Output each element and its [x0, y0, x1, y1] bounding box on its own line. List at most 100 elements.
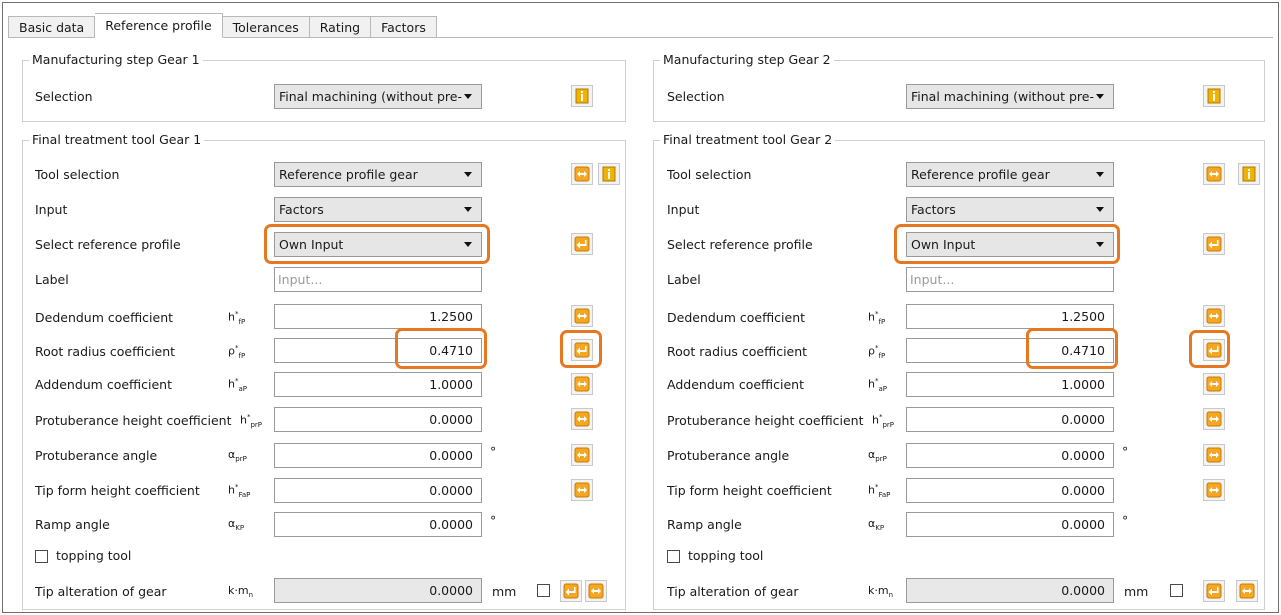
input-value-gear1: Factors: [279, 202, 324, 217]
addendum-input-gear2[interactable]: 1.0000: [906, 372, 1114, 397]
tipalt-label-gear2: Tip alteration of gear: [667, 584, 799, 599]
tipalt-input-gear1[interactable]: 0.0000: [274, 578, 482, 603]
info-icon: [1242, 166, 1256, 182]
ramp-label-gear1: Ramp angle: [35, 517, 110, 532]
transfer-button-tipalt-gear2[interactable]: [1236, 580, 1258, 602]
tool-selection-combo-gear2[interactable]: Reference profile gear: [906, 162, 1114, 187]
rootradius-label-gear1: Root radius coefficient: [35, 344, 176, 359]
accept-button-tipalt-gear1[interactable]: [560, 580, 582, 602]
rootradius-label-gear2: Root radius coefficient: [667, 344, 808, 359]
tipform-input-gear2[interactable]: 0.0000: [906, 478, 1114, 503]
tab-factors[interactable]: Factors: [371, 16, 437, 38]
accept-button-refprofile-gear1[interactable]: [571, 233, 593, 255]
info-icon: [602, 166, 616, 182]
transfer-button-addendum-gear2[interactable]: [1203, 373, 1225, 395]
transfer-button-tipform-gear2[interactable]: [1203, 479, 1225, 501]
transfer-button-dedendum-gear1[interactable]: [571, 305, 593, 327]
info-icon: [1207, 88, 1221, 104]
transfer-button-addendum-gear1[interactable]: [571, 373, 593, 395]
transfer-button-dedendum-gear2[interactable]: [1203, 305, 1225, 327]
ramp-input-gear2[interactable]: 0.0000: [906, 512, 1114, 537]
tipalt-checkbox-gear1[interactable]: [537, 584, 550, 597]
topping-tool-checkbox-gear2[interactable]: [667, 550, 680, 563]
tool-selection-value-gear2: Reference profile gear: [911, 167, 1050, 182]
tab-rating[interactable]: Rating: [309, 16, 372, 38]
highlight-rootradius-button-gear2: [1189, 330, 1230, 368]
selection-value-gear1: Final machining (without pre-: [279, 89, 462, 104]
label-input-gear1[interactable]: Input...: [274, 267, 482, 292]
tool-gear1-title: Final treatment tool Gear 1: [29, 132, 205, 147]
mfg-step-gear2-title: Manufacturing step Gear 2: [660, 52, 834, 67]
protheight-label-gear1: Protuberance height coefficient: [35, 413, 232, 428]
tipalt-input-gear2[interactable]: 0.0000: [906, 578, 1114, 603]
transfer-button-tipform-gear1[interactable]: [571, 479, 593, 501]
transfer-button-tool-gear2[interactable]: [1203, 163, 1225, 185]
ramp-input-gear1[interactable]: 0.0000: [274, 512, 482, 537]
topping-tool-label-gear2: topping tool: [688, 548, 764, 563]
tool-selection-label-gear1: Tool selection: [35, 167, 120, 182]
rootradius-symbol-gear2: ρ*fP: [868, 344, 886, 360]
transfer-button-tool-gear1[interactable]: [571, 163, 593, 185]
label-input-gear2[interactable]: Input...: [906, 267, 1114, 292]
degree-unit-ramp-gear1: °: [490, 513, 497, 528]
transfer-button-protangle-gear1[interactable]: [571, 444, 593, 466]
protangle-input-gear2[interactable]: 0.0000: [906, 443, 1114, 468]
protheight-label-gear2: Protuberance height coefficient: [667, 413, 864, 428]
input-combo-gear2[interactable]: Factors: [906, 197, 1114, 222]
addendum-label-gear2: Addendum coefficient: [667, 377, 804, 392]
ramp-symbol-gear1: αKP: [228, 517, 245, 533]
selection-label-gear1: Selection: [35, 89, 93, 104]
addendum-input-gear1[interactable]: 1.0000: [274, 372, 482, 397]
chevron-down-icon: [1096, 172, 1104, 177]
protheight-input-gear2[interactable]: 0.0000: [906, 407, 1114, 432]
tab-tolerances[interactable]: Tolerances: [222, 16, 310, 38]
selection-combo-gear2[interactable]: Final machining (without pre-: [906, 84, 1114, 109]
tool-selection-combo-gear1[interactable]: Reference profile gear: [274, 162, 482, 187]
topping-tool-label-gear1: topping tool: [56, 548, 132, 563]
double-arrow-icon: [574, 308, 590, 324]
rootradius-symbol-gear1: ρ*fP: [228, 344, 246, 360]
input-combo-gear1[interactable]: Factors: [274, 197, 482, 222]
tool-gear2-title: Final treatment tool Gear 2: [660, 132, 836, 147]
tipalt-symbol-gear1: k·mn: [228, 584, 254, 600]
selection-label-gear2: Selection: [667, 89, 725, 104]
protangle-symbol-gear2: αprP: [868, 448, 887, 464]
chevron-down-icon: [464, 172, 472, 177]
addendum-symbol-gear1: h*aP: [228, 377, 247, 393]
transfer-button-protangle-gear2[interactable]: [1203, 444, 1225, 466]
input-label-gear1: Input: [35, 202, 68, 217]
transfer-button-tipalt-gear1[interactable]: [585, 580, 607, 602]
info-button-mfg-gear1[interactable]: [571, 85, 593, 107]
return-arrow-icon: [574, 236, 590, 252]
info-button-tool-gear2[interactable]: [1238, 163, 1260, 185]
tipform-label-gear2: Tip form height coefficient: [667, 483, 832, 498]
double-arrow-icon: [574, 411, 590, 427]
label-label-gear2: Label: [667, 272, 701, 287]
chevron-down-icon: [464, 207, 472, 212]
dedendum-label-gear2: Dedendum coefficient: [667, 310, 806, 325]
tab-basic-data[interactable]: Basic data: [8, 16, 96, 38]
tipalt-checkbox-gear2[interactable]: [1170, 584, 1183, 597]
protangle-label-gear2: Protuberance angle: [667, 448, 790, 463]
protangle-symbol-gear1: αprP: [228, 448, 247, 464]
protangle-input-gear1[interactable]: 0.0000: [274, 443, 482, 468]
transfer-button-protheight-gear1[interactable]: [571, 408, 593, 430]
tipform-input-gear1[interactable]: 0.0000: [274, 478, 482, 503]
selection-combo-gear1[interactable]: Final machining (without pre-: [274, 84, 482, 109]
info-button-tool-gear1[interactable]: [598, 163, 620, 185]
label-label-gear1: Label: [35, 272, 69, 287]
info-button-mfg-gear2[interactable]: [1203, 85, 1225, 107]
chevron-down-icon: [1096, 207, 1104, 212]
dedendum-input-gear2[interactable]: 1.2500: [906, 304, 1114, 329]
ramp-label-gear2: Ramp angle: [667, 517, 742, 532]
dedendum-input-gear1[interactable]: 1.2500: [274, 304, 482, 329]
accept-button-tipalt-gear2[interactable]: [1203, 580, 1225, 602]
tab-reference-profile[interactable]: Reference profile: [95, 13, 223, 38]
accept-button-refprofile-gear2[interactable]: [1203, 233, 1225, 255]
highlight-rootradius-button-gear1: [560, 330, 602, 368]
return-arrow-icon: [563, 583, 579, 599]
transfer-button-protheight-gear2[interactable]: [1203, 408, 1225, 430]
tipform-label-gear1: Tip form height coefficient: [35, 483, 200, 498]
topping-tool-checkbox-gear1[interactable]: [35, 550, 48, 563]
protheight-input-gear1[interactable]: 0.0000: [274, 407, 482, 432]
